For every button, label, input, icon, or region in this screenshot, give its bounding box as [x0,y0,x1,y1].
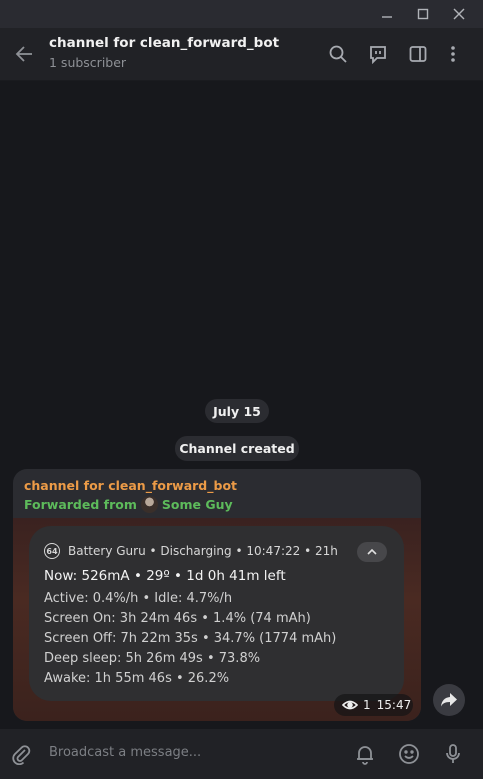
search-button[interactable] [324,40,352,68]
forwarded-author: Some Guy [161,497,233,512]
share-icon [441,693,457,707]
notification-line: Screen On: 3h 24m 46s • 1.4% (74 mAh) [44,611,311,626]
chat-title[interactable]: channel for clean_forward_bot [49,35,279,51]
attach-icon [12,745,31,765]
forwarded-message[interactable]: channel for clean_forward_bot Forwarded … [13,469,421,721]
notification-main-line: Now: 526mA • 29º • 1d 0h 41m left [44,568,286,584]
live-stream-icon [370,46,386,64]
collapse-button [357,542,387,562]
live-stream-button[interactable] [364,40,392,68]
date-separator: July 15 [205,399,269,423]
minimize-button[interactable] [369,0,405,28]
notification-header-text: Battery Guru • Discharging • 10:47:22 • … [68,544,338,558]
notification-card: 64 Battery Guru • Discharging • 10:47:22… [29,526,404,701]
forwarded-prefix: Forwarded from [24,497,137,512]
window-titlebar [0,0,483,28]
notification-line: Awake: 1h 55m 46s • 26.2% [44,671,230,686]
notification-header: 64 Battery Guru • Discharging • 10:47:22… [44,543,338,559]
emoji-button[interactable] [395,740,423,768]
share-button[interactable] [433,684,465,716]
chat-header: channel for clean_forward_bot 1 subscrib… [0,28,483,81]
notification-line: Deep sleep: 5h 26m 49s • 73.8% [44,651,261,666]
subscriber-count: 1 subscriber [49,55,127,70]
bell-icon [357,746,373,765]
voice-message-button[interactable] [439,740,467,768]
message-time: 15:47 [376,698,412,712]
service-message: Channel created [175,436,299,461]
view-count: 1 [363,698,371,712]
notification-line: Active: 0.4%/h • Idle: 4.7%/h [44,591,233,606]
eye-icon [342,700,358,710]
microphone-icon [446,744,460,763]
message-input[interactable]: Broadcast a message... [49,745,201,760]
chevron-up-icon [367,548,377,555]
message-channel-name[interactable]: channel for clean_forward_bot [24,478,237,493]
attach-button[interactable] [7,740,35,768]
message-meta: 1 15:47 [334,694,413,716]
more-options-button[interactable] [439,40,467,68]
forwarded-header[interactable]: Forwarded from Some Guy [24,496,233,513]
back-button[interactable] [10,40,38,68]
maximize-button[interactable] [405,0,441,28]
maximize-icon [417,8,429,20]
back-arrow-icon [15,46,32,62]
message-composer: Broadcast a message... [0,729,483,779]
avatar [140,496,158,513]
message-screenshot[interactable]: 64 Battery Guru • Discharging • 10:47:22… [13,518,421,721]
battery-guru-app-icon: 64 [44,543,60,559]
silent-broadcast-button[interactable] [351,740,379,768]
emoji-icon [399,744,419,764]
close-button[interactable] [441,0,477,28]
close-icon [453,8,465,20]
notification-line: Screen Off: 7h 22m 35s • 34.7% (1774 mAh… [44,631,337,646]
search-icon [329,45,347,63]
sidebar-toggle-button[interactable] [404,40,432,68]
minimize-icon [382,16,392,18]
more-vert-icon [451,46,455,62]
sidebar-toggle-icon [409,46,427,62]
